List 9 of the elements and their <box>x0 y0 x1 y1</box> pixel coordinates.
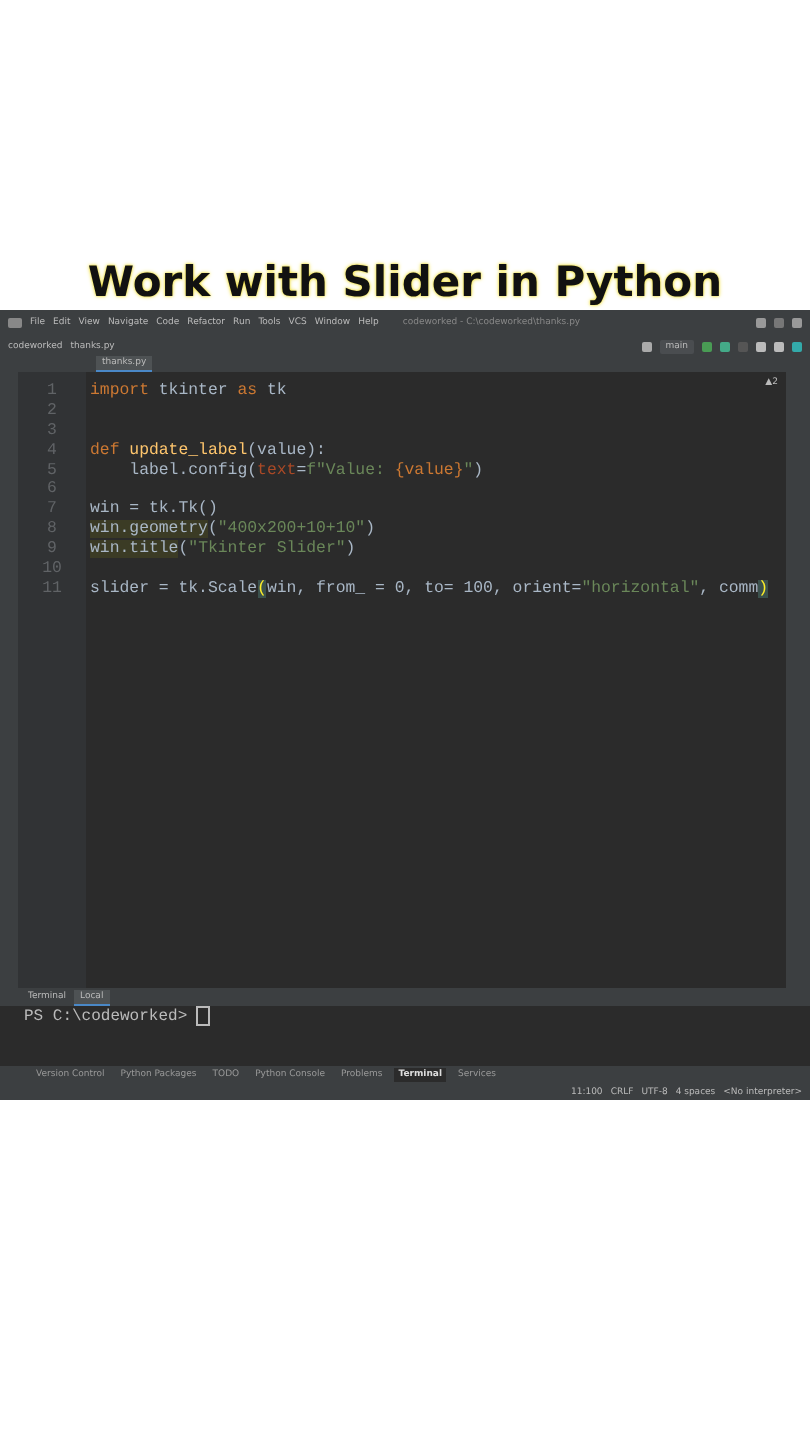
code-line: win = tk.Tk() <box>90 500 218 520</box>
code-line: slider = tk.Scale(win, from_ = 0, to= 100, orient="horizontal", comm) <box>90 579 769 600</box>
terminal-prompt: PS C:\codeworked> <box>24 1006 810 1026</box>
code-line: win.geometry("400x200+10+10") <box>90 520 376 540</box>
code-line: def update_label(value): <box>90 441 326 462</box>
video-title: Work with Slider in Python <box>87 258 723 306</box>
code-line: import tkinter as tk <box>90 382 287 402</box>
code-line: win.title("Tkinter Slider") <box>90 540 356 561</box>
code-line: label.config(text=f"Value: {value}") <box>127 461 484 481</box>
